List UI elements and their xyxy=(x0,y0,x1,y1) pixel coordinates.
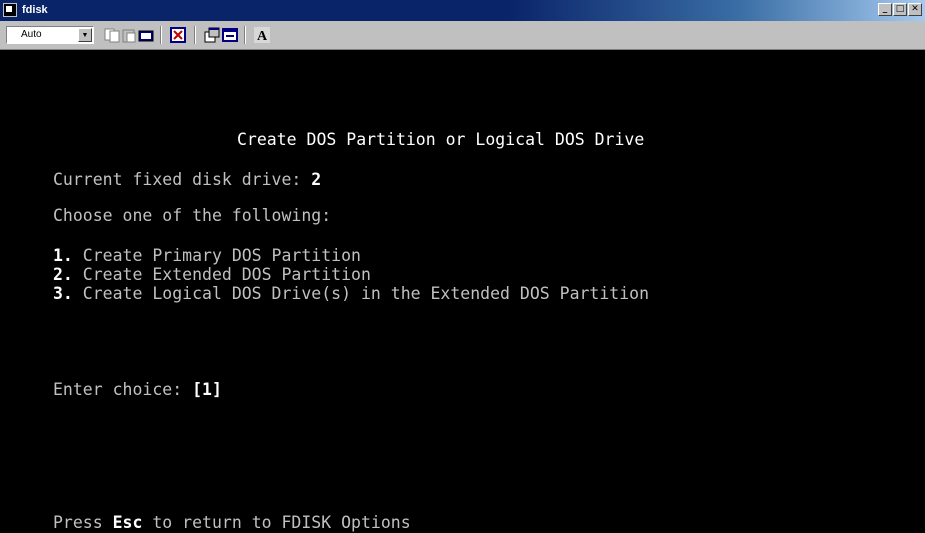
menu-option-1[interactable]: 1. Create Primary DOS Partition xyxy=(53,246,361,266)
enter-choice-input[interactable]: [1] xyxy=(192,380,222,399)
mark-icon[interactable] xyxy=(138,27,154,43)
enter-choice-line[interactable]: Enter choice: [1] xyxy=(53,380,222,400)
chevron-down-icon[interactable]: ▼ xyxy=(78,28,92,42)
properties-icon[interactable] xyxy=(204,27,220,43)
toolbar-separator xyxy=(244,26,246,44)
footer-prefix: Press xyxy=(53,513,113,532)
menu-option-2[interactable]: 2. Create Extended DOS Partition xyxy=(53,265,371,285)
paste-icon[interactable] xyxy=(121,27,137,43)
toolbar-separator xyxy=(194,26,196,44)
font-icon[interactable]: A xyxy=(254,27,270,43)
page-title: Create DOS Partition or Logical DOS Driv… xyxy=(237,130,645,149)
background-icon[interactable] xyxy=(222,27,238,43)
console-app-icon[interactable] xyxy=(3,3,17,17)
option-number: 1. xyxy=(53,246,73,265)
current-drive-value: 2 xyxy=(311,170,322,189)
fdisk-window: fdisk _ □ ✕ Auto ▼ A Create DOS Partitio… xyxy=(0,0,925,533)
enter-choice-label: Enter choice: xyxy=(53,380,193,399)
window-controls: _ □ ✕ xyxy=(878,3,922,16)
option-number: 3. xyxy=(53,284,73,303)
option-label: Create Primary DOS Partition xyxy=(72,246,361,265)
title-bar[interactable]: fdisk _ □ ✕ xyxy=(0,0,925,21)
current-drive-label: Current fixed disk drive: xyxy=(53,170,312,189)
close-button[interactable]: ✕ xyxy=(908,3,922,16)
font-button-label: A xyxy=(257,29,268,43)
console-output[interactable]: Create DOS Partition or Logical DOS Driv… xyxy=(0,50,925,533)
fullscreen-icon[interactable] xyxy=(170,27,186,43)
footer-suffix: to return to FDISK Options xyxy=(142,513,411,532)
font-size-select-value: Auto xyxy=(21,29,42,40)
choose-prompt: Choose one of the following: xyxy=(53,206,332,225)
toolbar-separator xyxy=(160,26,162,44)
toolbar: Auto ▼ A xyxy=(0,21,925,50)
minimize-button[interactable]: _ xyxy=(878,3,892,16)
option-label: Create Extended DOS Partition xyxy=(72,265,371,284)
current-drive-line: Current fixed disk drive: 2 xyxy=(53,170,321,190)
window-title: fdisk xyxy=(22,4,48,16)
esc-key-hint[interactable]: Esc xyxy=(113,513,143,532)
copy-icon[interactable] xyxy=(104,27,120,43)
menu-option-3[interactable]: 3. Create Logical DOS Drive(s) in the Ex… xyxy=(53,284,649,304)
option-number: 2. xyxy=(53,265,73,284)
maximize-button[interactable]: □ xyxy=(893,3,907,16)
font-size-select[interactable]: Auto ▼ xyxy=(6,26,94,44)
option-label: Create Logical DOS Drive(s) in the Exten… xyxy=(72,284,650,303)
footer-hint: Press Esc to return to FDISK Options xyxy=(53,513,411,533)
